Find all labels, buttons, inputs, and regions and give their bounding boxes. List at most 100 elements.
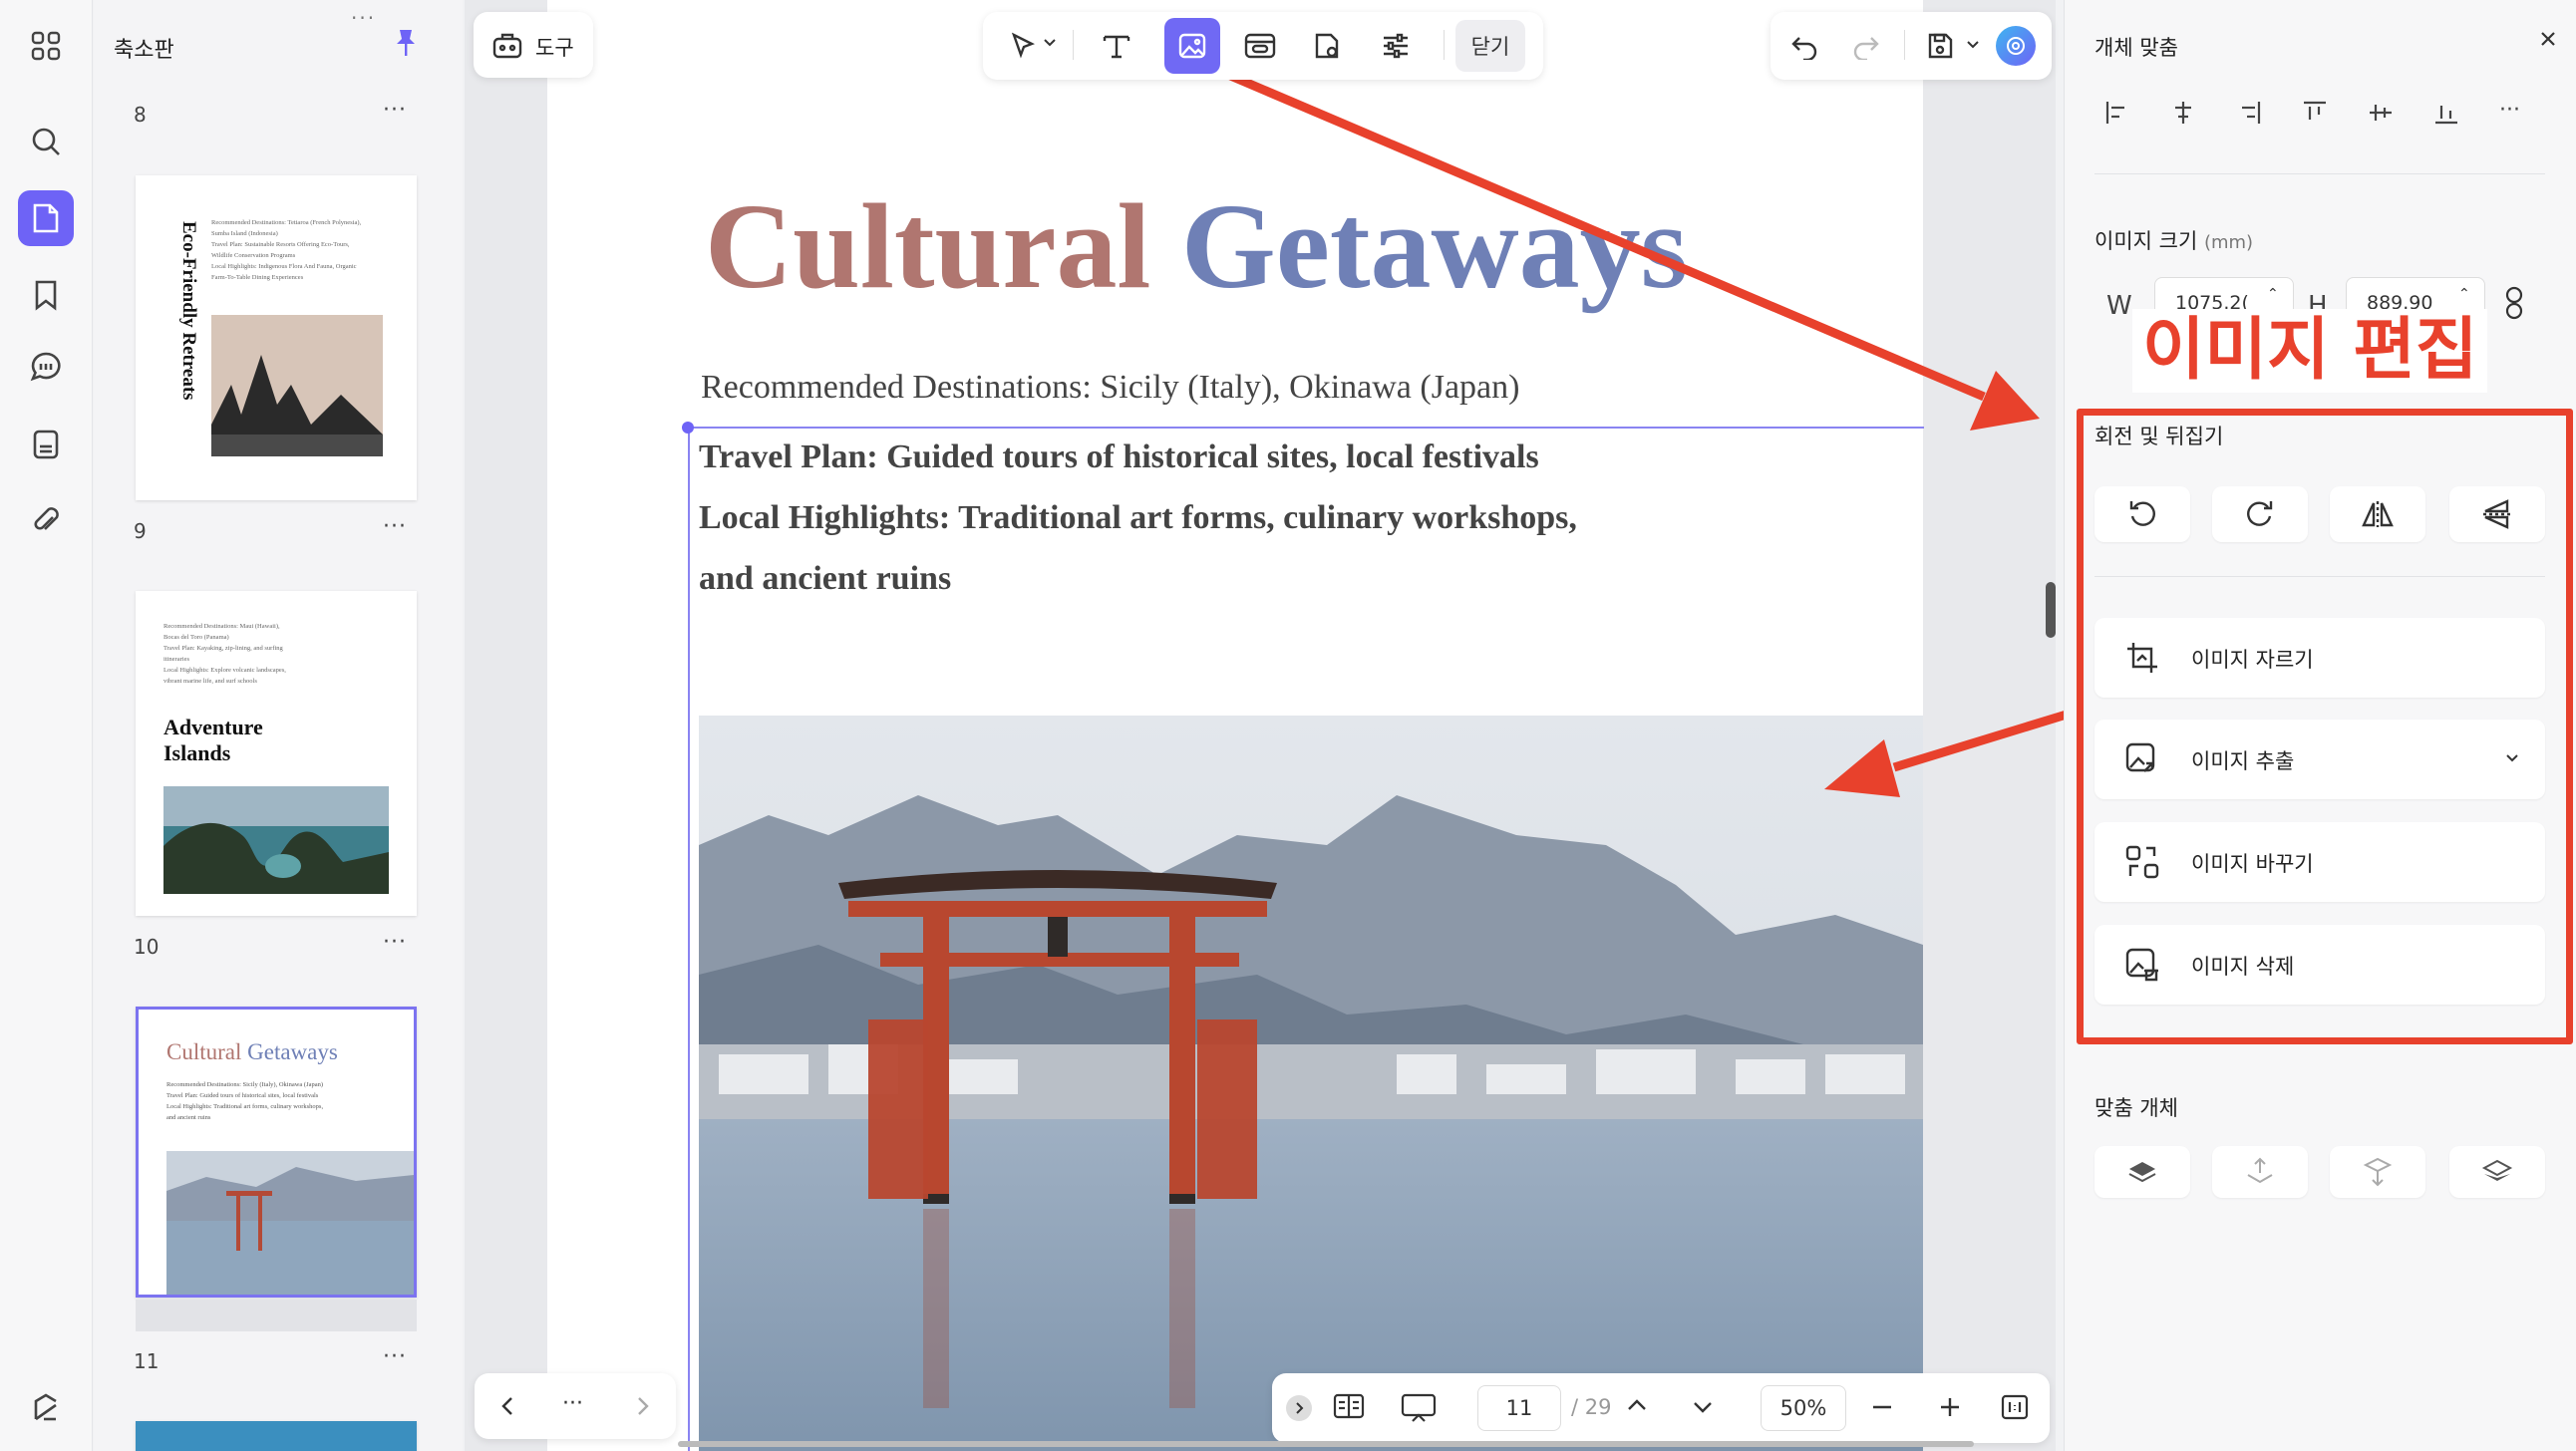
add-text-icon[interactable] (1089, 18, 1144, 74)
align-title: 개체 맞춤 (2094, 36, 2178, 60)
torii-photo[interactable] (699, 716, 1923, 1451)
arrange-title: 맞춤 개체 (2094, 1096, 2178, 1120)
crop-image-button[interactable]: 이미지 자르기 (2094, 618, 2545, 698)
lock-ratio-icon[interactable] (2503, 285, 2525, 321)
chevron-down-icon[interactable] (1043, 38, 1057, 48)
comment-icon[interactable] (18, 339, 74, 395)
align-bottom-icon[interactable] (2431, 98, 2461, 128)
page-thumbnail-selected[interactable]: Cultural Getaways Recommended Destinatio… (136, 1007, 417, 1298)
thumbnail-panel: ··· 축소판 8 ··· Eco-Friendly Retreats Reco… (94, 0, 463, 1451)
page-total: / 29 (1571, 1395, 1612, 1419)
rotate-left-icon[interactable] (2094, 486, 2190, 542)
send-backward-icon[interactable] (2330, 1146, 2425, 1198)
form-icon[interactable] (18, 417, 74, 472)
layers-icon[interactable] (18, 1379, 74, 1435)
page-number: 11 (134, 1349, 160, 1373)
zoom-in-icon[interactable] (1938, 1395, 1962, 1419)
properties-icon[interactable] (1368, 18, 1424, 74)
tools-button[interactable]: 도구 (474, 12, 593, 78)
delete-image-button[interactable]: 이미지 삭제 (2094, 925, 2545, 1005)
page-title[interactable]: Cultural Getaways (705, 177, 1688, 317)
align-middle-icon[interactable] (2366, 98, 2396, 128)
bookmark-icon[interactable] (18, 267, 74, 323)
page-number: 8 (134, 103, 147, 127)
panel-grip-icon[interactable]: ··· (351, 6, 376, 30)
flip-horizontal-icon[interactable] (2330, 486, 2425, 542)
page-number-input[interactable]: 11 (1477, 1385, 1561, 1431)
more-align-icon[interactable]: ··· (2499, 98, 2520, 123)
page-nav-box: ··· (475, 1373, 676, 1439)
replace-image-button[interactable]: 이미지 바꾸기 (2094, 822, 2545, 902)
align-center-icon[interactable] (2168, 98, 2198, 128)
search-icon[interactable] (18, 114, 74, 169)
chevron-left-icon[interactable] (500, 1395, 514, 1417)
image-size-title: 이미지 크기 (mm) (2094, 229, 2254, 253)
align-left-icon[interactable] (2102, 98, 2132, 128)
thumb-photo (211, 315, 383, 456)
page-thumbnail[interactable]: Recommended Destinations: Maui (Hawaii),… (136, 591, 417, 916)
delete-image-icon (2125, 948, 2158, 982)
replace-image-icon (2125, 845, 2159, 879)
zoom-level[interactable]: 50% (1761, 1385, 1846, 1431)
page-more-icon[interactable]: ··· (383, 514, 407, 539)
pin-icon[interactable] (393, 28, 419, 58)
selection-handle[interactable] (682, 422, 694, 434)
page-more-icon[interactable]: ··· (383, 1344, 407, 1369)
thumb-text: Recommended Destinations: Tetiaroa (Fren… (211, 219, 362, 281)
page-thumbnail[interactable]: Eco-Friendly Retreats Recommended Destin… (136, 175, 417, 500)
align-right-icon[interactable] (2234, 98, 2264, 128)
zoom-out-icon[interactable] (1870, 1395, 1894, 1419)
close-icon[interactable] (2537, 28, 2559, 50)
save-icon[interactable] (1912, 18, 1968, 74)
apps-grid-icon[interactable] (18, 18, 74, 74)
page-thumbnail[interactable] (136, 1421, 417, 1451)
thumb-title: Cultural Getaways (166, 1039, 338, 1064)
thumb-title: Adventure Islands (163, 715, 263, 765)
edit-toolbar: 닫기 (983, 12, 1543, 80)
more-options[interactable]: ··· (562, 1391, 583, 1416)
rotate-flip-title: 회전 및 뒤집기 (2094, 425, 2224, 448)
body-text[interactable]: Travel Plan: Guided tours of historical … (699, 427, 1577, 609)
thumb-photo (166, 1151, 414, 1295)
page-layout-icon[interactable] (1332, 1391, 1366, 1421)
actual-size-icon[interactable] (2000, 1393, 2030, 1421)
flip-vertical-icon[interactable] (2449, 486, 2545, 542)
extract-image-icon (2125, 742, 2155, 772)
tools-label: 도구 (535, 36, 574, 60)
recommended-destinations[interactable]: Recommended Destinations: Sicily (Italy)… (701, 369, 1519, 407)
toolbox-icon (492, 33, 522, 59)
pages-icon[interactable] (18, 190, 74, 246)
extract-image-button[interactable]: 이미지 추출 (2094, 720, 2545, 799)
thumb-text: Recommended Destinations: Sicily (Italy)… (166, 1081, 324, 1121)
horizontal-scrollbar[interactable] (678, 1441, 1974, 1447)
rotate-right-icon[interactable] (2212, 486, 2308, 542)
bring-forward-icon[interactable] (2212, 1146, 2308, 1198)
bring-to-front-icon[interactable] (2094, 1146, 2190, 1198)
align-top-icon[interactable] (2300, 98, 2330, 128)
expand-icon[interactable] (1286, 1395, 1312, 1421)
chevron-right-icon[interactable] (636, 1395, 650, 1417)
redo-icon[interactable] (1838, 18, 1894, 74)
presentation-icon[interactable] (1400, 1391, 1438, 1423)
chevron-down-icon[interactable] (1966, 40, 1980, 50)
watermark-icon[interactable] (1300, 18, 1356, 74)
add-image-icon[interactable] (1164, 18, 1220, 74)
page-bar: 11 / 29 50% (1272, 1373, 2050, 1443)
chevron-down-icon[interactable] (1691, 1399, 1715, 1415)
ai-assistant-icon[interactable] (1996, 26, 2036, 66)
crop-icon (2127, 643, 2157, 673)
page-more-icon[interactable]: ··· (383, 930, 407, 955)
attachment-icon[interactable] (18, 492, 74, 548)
chevron-up-icon[interactable] (1625, 1397, 1649, 1413)
thumb-caption-strip (136, 1300, 417, 1331)
stepper-up-icon: ⌃ (2267, 286, 2279, 302)
vertical-scrollbar[interactable] (2046, 582, 2056, 638)
undo-icon[interactable] (1776, 18, 1832, 74)
page-more-icon[interactable]: ··· (383, 98, 407, 123)
close-edit-button[interactable]: 닫기 (1455, 20, 1525, 72)
selection-left-border (688, 427, 690, 1451)
send-to-back-icon[interactable] (2449, 1146, 2545, 1198)
add-link-icon[interactable] (1232, 18, 1288, 74)
left-rail (0, 0, 93, 1451)
properties-panel: 개체 맞춤 ··· 이미지 크기 (mm) W 1075.2( ⌃ H 889.… (2064, 0, 2576, 1451)
